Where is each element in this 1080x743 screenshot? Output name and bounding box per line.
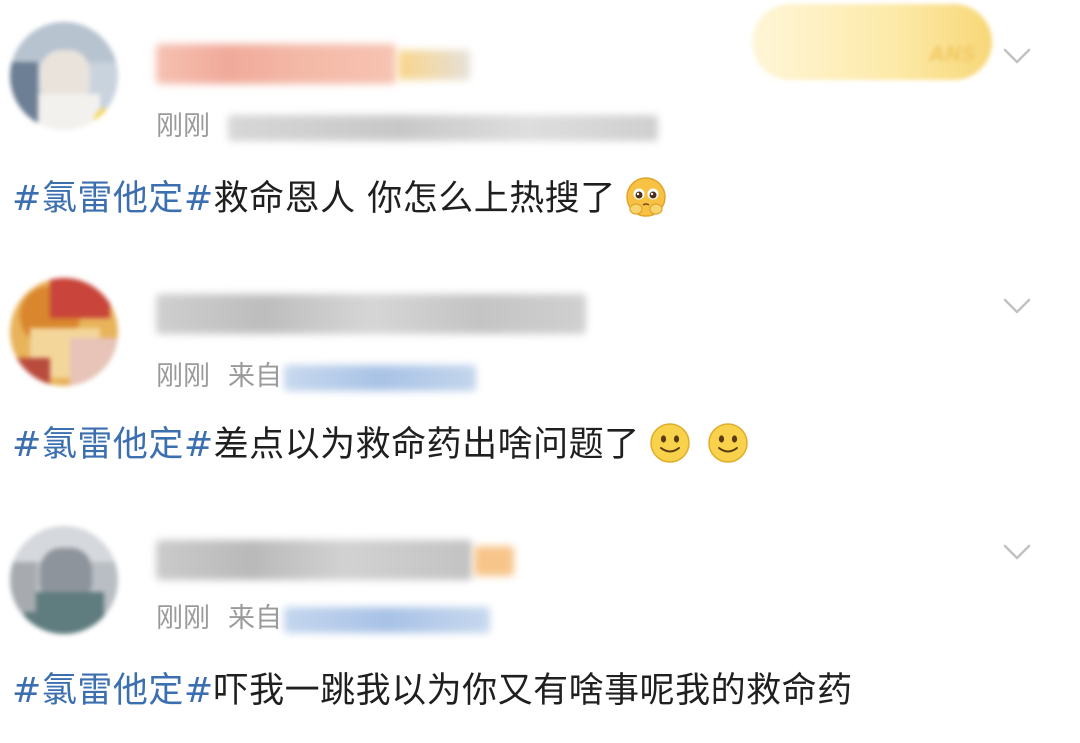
comment-text: #氯雷他定#吓我一跳我以为你又有啥事呢我的救命药	[12, 662, 853, 713]
comment-text: #氯雷他定#救命恩人 你怎么上热搜了	[12, 170, 668, 222]
chevron-down-icon[interactable]	[1002, 540, 1032, 564]
comment-meta: 刚刚 来自	[156, 354, 476, 393]
smiley-face-icon	[707, 423, 748, 463]
username-blurred[interactable]	[156, 44, 396, 84]
hashtag-link[interactable]: #氯雷他定#	[12, 425, 214, 465]
comment-item: 刚刚 来自 #氯雷他定#吓我一跳我以为你又有啥事呢我的救命药	[0, 496, 1080, 743]
avatar[interactable]	[10, 22, 118, 130]
source-blurred[interactable]	[284, 606, 490, 633]
timestamp: 刚刚	[156, 603, 210, 634]
source-label: 来自	[228, 603, 282, 634]
comment-body: 吓我一跳我以为你又有啥事呢我的救命药	[213, 671, 853, 711]
comment-text: #氯雷他定#差点以为救命药出啥问题了	[12, 416, 750, 468]
comment-item: 刚刚 来自 #氯雷他定#差点以为救命药出啥问题了	[0, 250, 1080, 490]
fans-badge-text: ANS	[929, 42, 976, 66]
avatar[interactable]	[10, 278, 118, 386]
pleading-face-icon	[626, 177, 666, 217]
comment-body: 救命恩人 你怎么上热搜了	[213, 179, 616, 219]
comment-item: 刚刚 ANS #氯雷他定#救命恩人 你怎么上热搜了	[0, 0, 1080, 240]
timestamp: 刚刚	[156, 361, 210, 392]
source-blurred[interactable]	[284, 364, 476, 391]
comment-body: 差点以为救命药出啥问题了	[213, 425, 640, 465]
chevron-down-icon[interactable]	[1002, 294, 1032, 318]
user-badge-blurred	[474, 546, 514, 576]
timestamp: 刚刚	[156, 111, 210, 142]
source-label: 来自	[228, 361, 282, 392]
user-badge-blurred	[398, 50, 470, 80]
fans-badge[interactable]: ANS	[752, 4, 992, 80]
avatar[interactable]	[10, 526, 118, 634]
hashtag-link[interactable]: #氯雷他定#	[12, 179, 214, 219]
smiley-face-icon	[649, 423, 690, 463]
chevron-down-icon[interactable]	[1002, 44, 1032, 68]
comment-meta: 刚刚	[156, 104, 658, 143]
username-blurred[interactable]	[156, 294, 586, 334]
source-blurred	[228, 114, 658, 141]
comment-meta: 刚刚 来自	[156, 596, 490, 635]
hashtag-link[interactable]: #氯雷他定#	[12, 671, 214, 711]
username-blurred[interactable]	[156, 540, 472, 580]
